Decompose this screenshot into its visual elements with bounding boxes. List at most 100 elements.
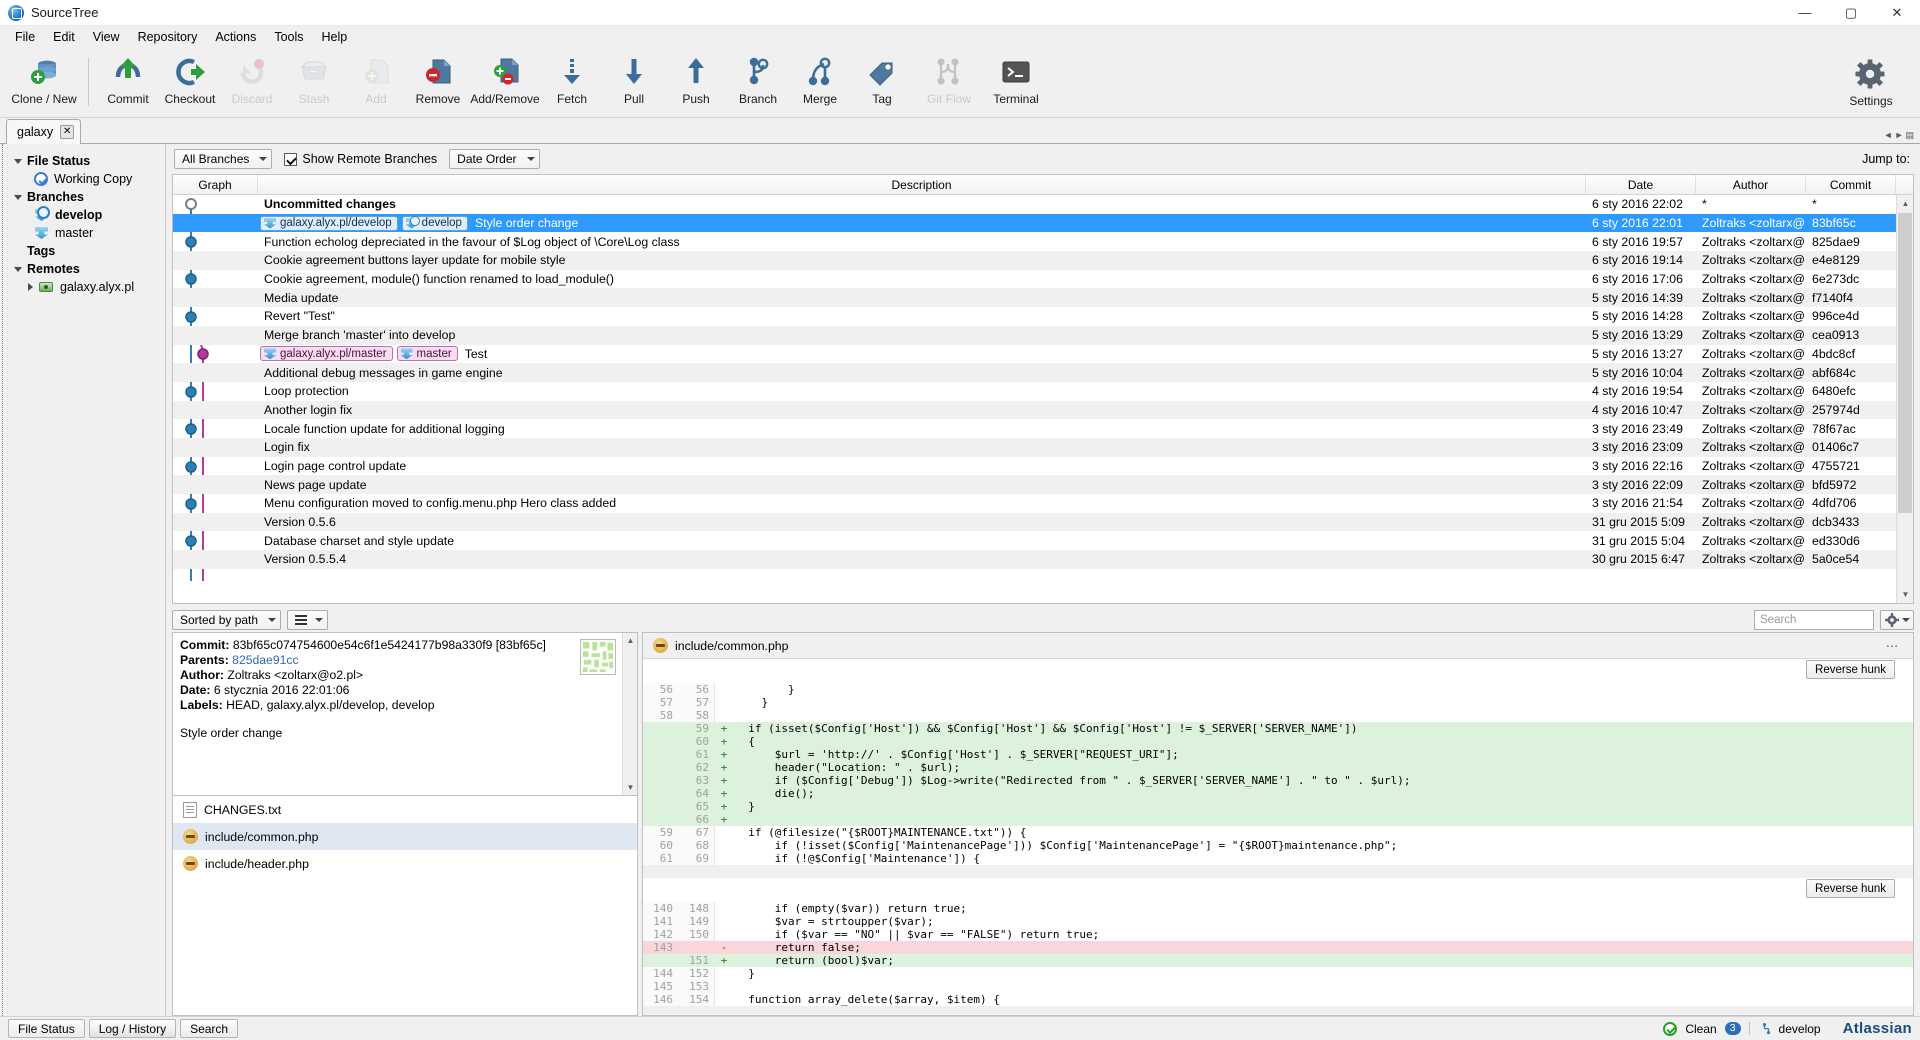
table-row[interactable]: Version 0.5.5.430 gru 2015 6:47Zoltraks … (173, 550, 1913, 569)
toolbar-commit-button[interactable]: Commit (97, 52, 159, 114)
reverse-hunk-button[interactable]: Reverse hunk (1806, 660, 1895, 679)
sidebar-group-file-status[interactable]: File Status (0, 152, 165, 170)
ref-label[interactable]: master (397, 346, 458, 361)
toolbar-merge-button[interactable]: Merge (789, 52, 851, 114)
toolbar-pull-button[interactable]: Pull (603, 52, 665, 114)
bottom-tab-file-status[interactable]: File Status (8, 1019, 85, 1038)
ref-label[interactable]: galaxy.alyx.pl/develop (260, 216, 398, 231)
commit-info-scrollbar[interactable]: ▲ ▼ (622, 633, 637, 795)
column-header-author[interactable]: Author (1696, 175, 1806, 194)
bottom-tab-search[interactable]: Search (180, 1019, 238, 1038)
table-row[interactable]: Cookie agreement buttons layer update fo… (173, 251, 1913, 270)
table-row[interactable]: Cookie agreement, module() function rena… (173, 270, 1913, 289)
scrollbar-thumb[interactable] (1898, 213, 1912, 513)
table-row[interactable]: Loop protection4 sty 2016 19:54Zoltraks … (173, 382, 1913, 401)
table-row[interactable]: Revert "Test"5 sty 2016 14:28Zoltraks <z… (173, 307, 1913, 326)
order-dropdown[interactable]: Date Order (449, 149, 539, 169)
repo-tab-galaxy[interactable]: galaxy ✕ (6, 119, 81, 144)
diff-overflow-icon[interactable]: ⋯ (1886, 639, 1899, 653)
toolbar-fetch-button[interactable]: Fetch (541, 52, 603, 114)
scroll-up-icon[interactable]: ▲ (623, 633, 638, 648)
list-item[interactable]: CHANGES.txt (173, 796, 637, 823)
list-item[interactable]: include/header.php (173, 850, 637, 877)
toolbar-remove-button[interactable]: Remove (407, 52, 469, 114)
reverse-hunk-button[interactable]: Reverse hunk (1806, 879, 1895, 898)
toolbar-push-button[interactable]: Push (665, 52, 727, 114)
ref-label[interactable]: galaxy.alyx.pl/master (260, 346, 393, 361)
parents-value[interactable]: 825dae91cc (232, 653, 298, 667)
sidebar-item-master[interactable]: master (0, 224, 165, 242)
close-icon[interactable]: ✕ (60, 125, 74, 139)
sidebar-item-develop[interactable]: develop (0, 206, 165, 224)
table-row[interactable]: Uncommitted changes6 sty 2016 22:02** (173, 195, 1913, 214)
table-row[interactable]: Media update5 sty 2016 14:39Zoltraks <zo… (173, 288, 1913, 307)
toolbar-stash-button[interactable]: Stash (283, 52, 345, 114)
ref-label[interactable]: develop (402, 216, 468, 231)
close-button[interactable]: ✕ (1874, 0, 1920, 26)
list-item[interactable]: include/common.php (173, 823, 637, 850)
table-row[interactable]: galaxy.alyx.pl/developdevelopStyle order… (173, 214, 1913, 233)
diff-scroll-area[interactable]: Reverse hunk5656 }5757 }585859+ if (isse… (643, 659, 1913, 1015)
description-cell: Media update (258, 288, 1586, 307)
table-row[interactable]: Additional debug messages in game engine… (173, 363, 1913, 382)
sidebar-group-tags[interactable]: Tags (0, 242, 165, 260)
chevron-right-icon[interactable] (28, 283, 33, 291)
branch-filter-dropdown[interactable]: All Branches (174, 149, 272, 169)
tab-scroll-right-icon[interactable]: ► (1895, 130, 1904, 141)
toolbar-discard-button[interactable]: Discard (221, 52, 283, 114)
toolbar-add-remove-button[interactable]: Add/Remove (469, 52, 541, 114)
table-row[interactable]: Menu configuration moved to config.menu.… (173, 494, 1913, 513)
minimize-button[interactable]: — (1782, 0, 1828, 26)
menu-tools[interactable]: Tools (265, 28, 312, 46)
scroll-down-icon[interactable]: ▼ (623, 780, 638, 795)
table-row[interactable]: Locale function update for additional lo… (173, 419, 1913, 438)
menu-edit[interactable]: Edit (44, 28, 84, 46)
toolbar-tag-button[interactable]: Tag (851, 52, 913, 114)
diff-settings-button[interactable] (1880, 610, 1914, 630)
toolbar-branch-button[interactable]: Branch (727, 52, 789, 114)
sidebar-item-working-copy[interactable]: Working Copy (0, 170, 165, 188)
toolbar-clone-new-button[interactable]: Clone / New (8, 52, 80, 114)
tab-scroll-left-icon[interactable]: ◄ (1884, 130, 1893, 141)
menu-file[interactable]: File (6, 28, 44, 46)
table-row[interactable]: Login fix3 sty 2016 23:09Zoltraks <zolta… (173, 438, 1913, 457)
table-row[interactable]: News page update3 sty 2016 22:09Zoltraks… (173, 475, 1913, 494)
column-header-description[interactable]: Description (258, 175, 1586, 194)
table-row[interactable]: galaxy.alyx.pl/mastermasterTest5 sty 201… (173, 345, 1913, 364)
bottom-tab-log-history[interactable]: Log / History (89, 1019, 176, 1038)
toolbar-settings-button[interactable]: Settings (1836, 54, 1906, 116)
scroll-down-icon[interactable]: ▼ (1897, 586, 1913, 603)
description-cell: galaxy.alyx.pl/developdevelopStyle order… (258, 214, 1586, 233)
sidebar-item-remote-galaxy[interactable]: galaxy.alyx.pl (0, 278, 165, 296)
table-row[interactable]: Merge branch 'master' into develop5 sty … (173, 326, 1913, 345)
menu-repository[interactable]: Repository (129, 28, 207, 46)
maximize-button[interactable]: ▢ (1828, 0, 1874, 26)
show-remote-branches-checkbox[interactable]: Show Remote Branches (284, 152, 437, 166)
menu-actions[interactable]: Actions (206, 28, 265, 46)
toolbar-add-button[interactable]: Add (345, 52, 407, 114)
table-row[interactable]: Login page control update3 sty 2016 22:1… (173, 457, 1913, 476)
scroll-up-icon[interactable]: ▲ (1897, 195, 1913, 212)
sidebar-group-remotes[interactable]: Remotes (0, 260, 165, 278)
column-header-commit[interactable]: Commit (1806, 175, 1896, 194)
column-header-graph[interactable]: Graph (173, 175, 258, 194)
sidebar-group-branches[interactable]: Branches (0, 188, 165, 206)
toolbar-checkout-button[interactable]: Checkout (159, 52, 221, 114)
commit-hash-cell: 01406c7 (1806, 438, 1896, 457)
table-row[interactable]: Version 0.5.631 gru 2015 5:09Zoltraks <z… (173, 513, 1913, 532)
search-input[interactable]: Search (1754, 610, 1874, 630)
column-header-date[interactable]: Date (1586, 175, 1696, 194)
toolbar-terminal-button[interactable]: Terminal (985, 52, 1047, 114)
toolbar-git-flow-button[interactable]: Git Flow (913, 52, 985, 114)
table-row[interactable]: Database charset and style update31 gru … (173, 531, 1913, 550)
sort-dropdown[interactable]: Sorted by path (172, 610, 281, 630)
menu-view[interactable]: View (84, 28, 129, 46)
toolbar-label: Add/Remove (470, 92, 539, 106)
table-row[interactable]: Function echolog depreciated in the favo… (173, 232, 1913, 251)
table-row[interactable]: Another login fix4 sty 2016 10:47Zoltrak… (173, 401, 1913, 420)
commit-message-text: Uncommitted changes (264, 197, 396, 211)
view-mode-dropdown[interactable] (287, 610, 328, 630)
menu-help[interactable]: Help (313, 28, 357, 46)
commit-log-scrollbar[interactable]: ▲ ▼ (1896, 195, 1913, 603)
tab-list-icon[interactable]: ▤ (1905, 130, 1914, 141)
